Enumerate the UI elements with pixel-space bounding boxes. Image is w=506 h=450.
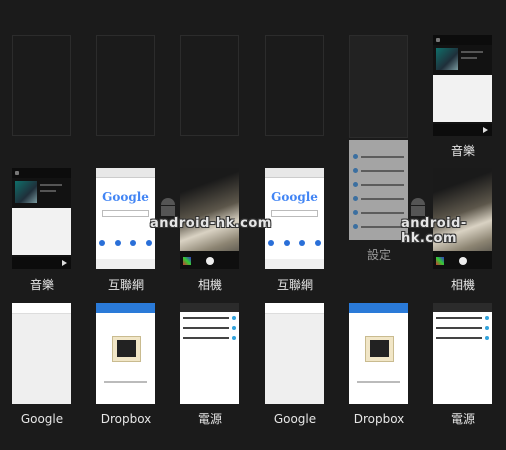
android-mascot-icon: [408, 198, 428, 216]
google-logo: Google: [271, 190, 318, 204]
recent-app-card-power[interactable]: [180, 303, 239, 404]
recent-app-card-empty[interactable]: [96, 35, 155, 136]
watermark: android-hk.com: [401, 216, 467, 246]
recent-app-card-settings[interactable]: [349, 140, 408, 240]
google-logo: Google: [102, 190, 149, 204]
app-label: Dropbox: [100, 412, 152, 426]
app-label: 互聯網: [107, 278, 144, 292]
app-label: Dropbox: [353, 412, 405, 426]
app-label: 音樂: [29, 278, 54, 292]
recent-app-card-empty[interactable]: [12, 35, 71, 136]
recent-app-card-dropbox[interactable]: [349, 303, 408, 404]
android-mascot-icon: [158, 198, 178, 216]
recent-app-card-browser[interactable]: Google: [96, 168, 155, 269]
recent-app-card-power[interactable]: [433, 303, 492, 404]
uploaded-photo: [112, 336, 141, 362]
recent-app-card-music[interactable]: [433, 35, 492, 136]
shutter-icon: [459, 257, 467, 265]
recent-app-card-dropbox[interactable]: [96, 303, 155, 404]
watermark: android-hk.com: [150, 216, 272, 231]
recent-app-card-music[interactable]: [12, 168, 71, 269]
app-label: 音樂: [450, 144, 475, 158]
uploaded-photo: [365, 336, 394, 362]
app-label: 電源: [450, 412, 475, 426]
app-label: 互聯網: [276, 278, 313, 292]
app-label: 電源: [197, 412, 222, 426]
recent-app-card-settings-faded[interactable]: [349, 35, 408, 138]
album-art: [436, 48, 458, 70]
gallery-thumbnail: [436, 257, 444, 265]
app-label: Google: [273, 412, 317, 426]
recent-app-card-empty[interactable]: [180, 35, 239, 136]
album-art: [15, 181, 37, 203]
shutter-icon: [206, 257, 214, 265]
play-icon: [62, 260, 67, 266]
app-label: Google: [20, 412, 64, 426]
app-label: 相機: [197, 278, 222, 292]
recent-app-card-google[interactable]: [12, 303, 71, 404]
gallery-thumbnail: [183, 257, 191, 265]
play-icon: [483, 127, 488, 133]
app-label: 設定: [366, 248, 391, 262]
app-label: 相機: [450, 278, 475, 292]
recent-app-card-google[interactable]: [265, 303, 324, 404]
recent-app-card-browser[interactable]: Google: [265, 168, 324, 269]
recent-app-card-empty[interactable]: [265, 35, 324, 136]
